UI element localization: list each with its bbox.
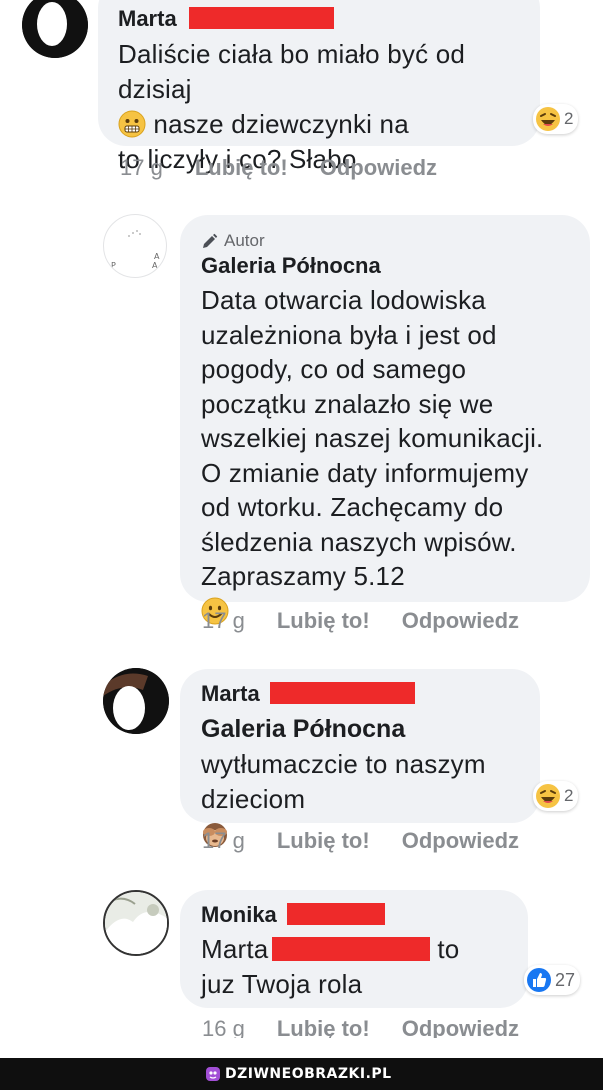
comment-actions: 17 g Lubię to! Odpowiedz [202, 828, 519, 854]
avatar-image [105, 892, 167, 954]
author-badge: Autor [201, 231, 570, 251]
page-avatar[interactable]: P A A [103, 214, 167, 278]
like-button[interactable]: Lubię to! [277, 828, 370, 854]
comment-text: Marta to juz Twoja rola [201, 934, 460, 999]
mention-link[interactable]: Galeria Północna [201, 713, 520, 745]
svg-text:A: A [154, 252, 160, 261]
reaction-count: 2 [564, 786, 574, 805]
redacted-surname [269, 682, 415, 704]
redacted-mention [271, 937, 430, 961]
reply-button[interactable]: Odpowiedz [320, 155, 437, 181]
svg-text:P: P [111, 261, 116, 270]
mention-link[interactable]: Marta [201, 934, 268, 964]
reply-button[interactable]: Odpowiedz [402, 608, 519, 634]
laughing-emoji-icon [536, 107, 560, 131]
comment-time[interactable]: 17 g [120, 155, 163, 181]
avatar-image [22, 0, 88, 58]
comment-time[interactable]: 16 g [202, 1016, 245, 1038]
redacted-surname [286, 903, 385, 925]
comment-text: Data otwarcia lodowiska uzależniona była… [201, 283, 570, 628]
reaction-summary[interactable]: 2 [533, 781, 579, 811]
reaction-count: 2 [564, 109, 574, 128]
comment-bubble: Monika Marta to juz Twoja rola [180, 890, 528, 1008]
avatar-image [103, 668, 169, 734]
reaction-summary[interactable]: 27 [524, 965, 581, 995]
comment-bubble: Marta Daliście ciała bo miało być od dzi… [98, 0, 540, 174]
like-button[interactable]: Lubię to! [277, 608, 370, 634]
laughing-emoji-icon [536, 784, 560, 808]
facebook-comment-thread: { "comments": [ { "author": "Marta", "te… [0, 0, 603, 1090]
comment-time[interactable]: 17 g [202, 608, 245, 634]
comment-actions: 17 g Lubię to! Odpowiedz [120, 155, 437, 181]
redacted-surname [188, 7, 334, 29]
comment-author[interactable]: Galeria Północna [201, 253, 570, 279]
reaction-count: 27 [555, 969, 576, 990]
comment-author[interactable]: Marta [201, 681, 520, 707]
galeria-logo: P A A [111, 230, 160, 270]
reaction-summary[interactable]: 2 [533, 104, 579, 134]
comment-author[interactable]: Monika [201, 902, 508, 928]
like-button[interactable]: Lubię to! [195, 155, 288, 181]
comment-actions: 16 g Lubię to! Odpowiedz [202, 1016, 519, 1038]
grimacing-emoji-icon [118, 110, 146, 138]
comment-bubble: Autor Galeria Północna Data otwarcia lod… [180, 215, 590, 624]
avatar[interactable] [103, 668, 169, 734]
avatar[interactable] [103, 890, 169, 956]
svg-text:A: A [152, 261, 158, 270]
comment-author[interactable]: Marta [118, 6, 520, 32]
comment-time[interactable]: 17 g [202, 828, 245, 854]
like-thumb-icon [527, 968, 551, 992]
reply-button[interactable]: Odpowiedz [402, 828, 519, 854]
site-watermark: DZIWNEOBRAZKI.PL [205, 1063, 392, 1085]
pencil-icon [203, 233, 218, 248]
avatar[interactable] [22, 0, 88, 58]
comment-bubble: Marta Galeria Północna wytłumaczcie to n… [180, 669, 540, 847]
site-logo-icon [206, 1067, 220, 1081]
comment-actions: 17 g Lubię to! Odpowiedz [202, 608, 519, 634]
site-name: DZIWNEOBRAZKI.PL [225, 1066, 392, 1082]
author-badge-label: Autor [224, 231, 265, 250]
like-button[interactable]: Lubię to! [277, 1016, 370, 1038]
reply-button[interactable]: Odpowiedz [402, 1016, 519, 1038]
